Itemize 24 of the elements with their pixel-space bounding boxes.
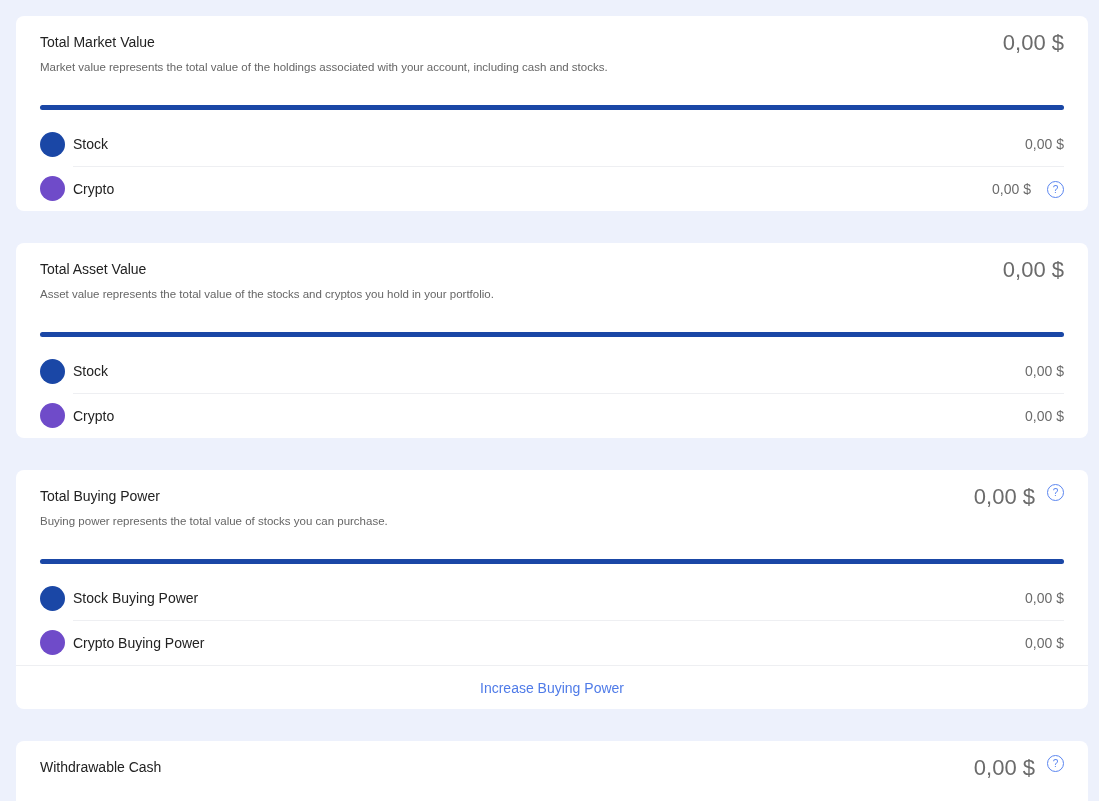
total-value: 0,00 $ (973, 755, 1035, 781)
total-value: 0,00 $ (973, 484, 1035, 510)
row-label: Stock (73, 363, 109, 379)
row-value: 0,00 $ (1025, 363, 1064, 379)
card-description: Market value represents the total value of the holdings associated with your account, including cash and stocks. (40, 61, 608, 73)
total-value: 0,00 $ (1002, 257, 1064, 283)
card-description: Asset value represents the total value of the stocks and cryptos you hold in your portfolio. (40, 288, 494, 300)
row-label: Crypto (73, 408, 116, 424)
row-value: 0,00 $ (1025, 408, 1064, 424)
card-description: Buying power represents the total value of stocks you can purchase. (40, 515, 388, 527)
total-value: 0,00 $ (1002, 30, 1064, 56)
row-label: Stock Buying Power (73, 590, 200, 606)
row-value: 0,00 $ (1025, 635, 1064, 651)
card-title: Total Market Value (40, 34, 156, 50)
row-label: Crypto Buying Power (73, 635, 206, 651)
row-label: Crypto (73, 181, 116, 197)
row-label: Stock (73, 136, 109, 152)
card-title: Withdrawable Cash (40, 759, 162, 775)
increase-buying-power-link[interactable]: Increase Buying Power (480, 680, 624, 696)
row-value: 0,00 $ (992, 181, 1031, 197)
card-title: Total Asset Value (40, 261, 148, 277)
card-title: Total Buying Power (40, 488, 161, 504)
row-value: 0,00 $ (1025, 136, 1064, 152)
row-value: 0,00 $ (1025, 590, 1064, 606)
